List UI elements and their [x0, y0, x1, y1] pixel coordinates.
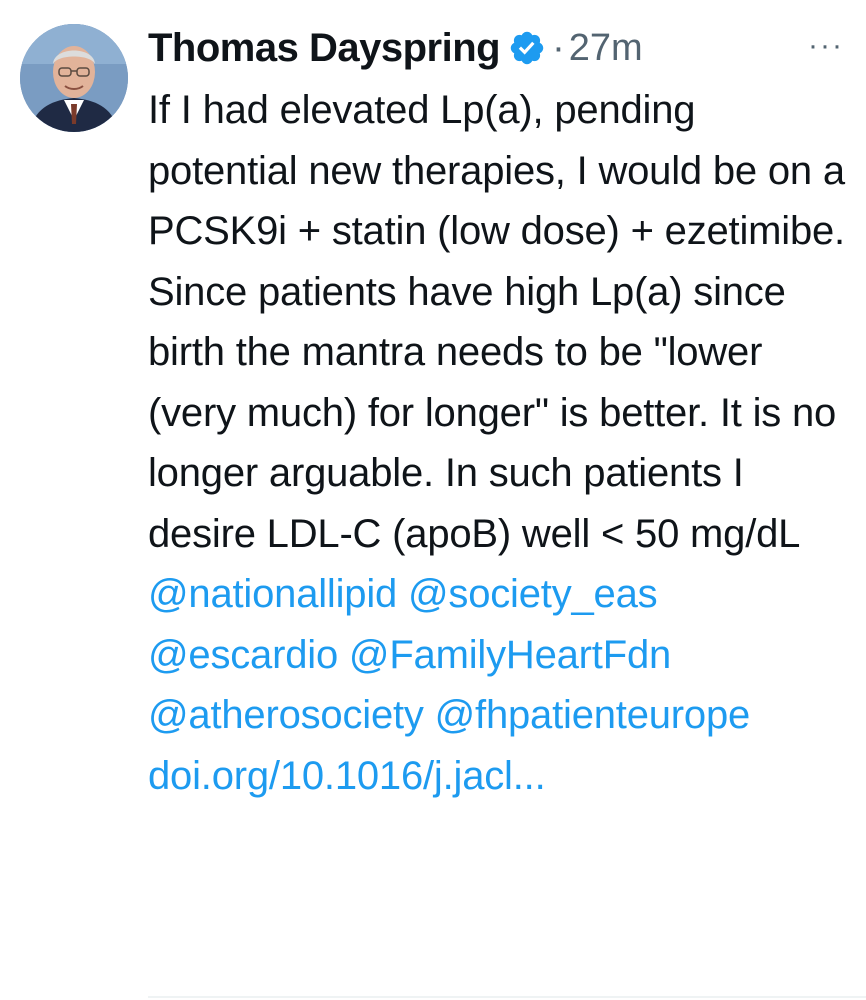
tweet-body: If I had elevated Lp(a), pending potenti…: [148, 80, 853, 806]
divider: [148, 996, 866, 998]
mention-link[interactable]: @atherosociety: [148, 693, 424, 737]
verified-badge-icon: [508, 29, 546, 67]
mention-link[interactable]: @society_eas: [408, 572, 658, 616]
author-avatar[interactable]: [20, 24, 128, 132]
more-options-icon[interactable]: ···: [802, 28, 850, 64]
tweet-header: Thomas Dayspring · 27m: [148, 18, 643, 78]
mention-link[interactable]: @escardio: [148, 633, 338, 677]
header-separator: ·: [552, 26, 565, 69]
avatar-photo: [20, 24, 128, 132]
tweet-timestamp[interactable]: 27m: [569, 27, 643, 70]
mention-link[interactable]: @nationallipid: [148, 572, 397, 616]
author-name[interactable]: Thomas Dayspring: [148, 26, 501, 71]
tweet-text: If I had elevated Lp(a), pending potenti…: [148, 88, 845, 556]
doi-link[interactable]: doi.org/10.1016/j.jacl...: [148, 754, 546, 798]
mention-link[interactable]: @fhpatienteurope: [435, 693, 751, 737]
mention-link[interactable]: @FamilyHeartFdn: [349, 633, 671, 677]
tweet[interactable]: Thomas Dayspring · 27m ··· If I had elev…: [0, 0, 866, 1000]
